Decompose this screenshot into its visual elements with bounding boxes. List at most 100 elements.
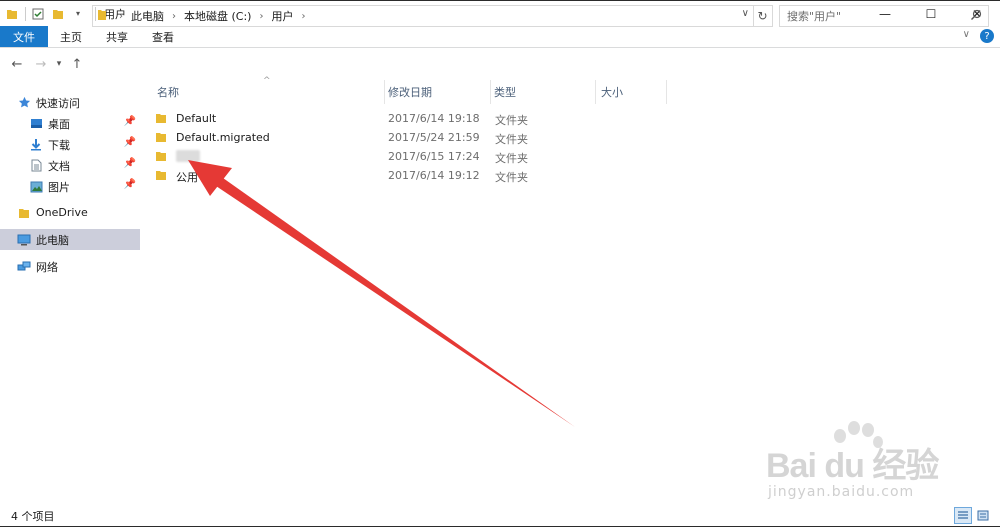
expand-ribbon-icon[interactable]: ∨ bbox=[963, 29, 970, 43]
refresh-button[interactable]: ↻ bbox=[753, 5, 773, 27]
sidebar-item-label: 桌面 bbox=[48, 117, 70, 131]
toolbar-divider bbox=[25, 6, 26, 21]
column-header-modified[interactable]: 修改日期 bbox=[388, 84, 432, 104]
file-name: 公用 bbox=[176, 171, 198, 184]
breadcrumb-users[interactable]: 用户 bbox=[271, 8, 293, 24]
column-header-type[interactable]: 类型 bbox=[494, 84, 516, 104]
file-type: 文件夹 bbox=[495, 114, 528, 127]
baidu-jingyan-watermark: Bai du 经验 jingyan.baidu.com bbox=[760, 420, 960, 510]
sort-ascending-icon: ^ bbox=[263, 76, 271, 86]
pictures-icon bbox=[28, 180, 44, 194]
chevron-right-icon[interactable]: › bbox=[119, 11, 123, 22]
back-button[interactable]: ← bbox=[8, 54, 26, 74]
help-icon[interactable]: ? bbox=[980, 29, 994, 43]
sidebar-item-desktop[interactable]: 桌面 📌 bbox=[0, 113, 140, 134]
table-row[interactable]: 2017/6/15 17:24 文件夹 bbox=[155, 147, 665, 166]
desktop-icon bbox=[28, 117, 44, 131]
item-count: 4 个项目 bbox=[11, 509, 55, 523]
file-type: 文件夹 bbox=[495, 133, 528, 146]
pin-icon[interactable]: 📌 bbox=[124, 137, 136, 148]
address-bar[interactable]: › 此电脑 › 本地磁盘 (C:) › 用户 › ∨ bbox=[92, 5, 754, 27]
sidebar-item-label: 图片 bbox=[48, 180, 70, 194]
file-modified: 2017/6/14 19:12 bbox=[388, 169, 480, 182]
search-placeholder: 搜索"用户" bbox=[787, 10, 842, 23]
table-row[interactable]: Default 2017/6/14 19:18 文件夹 bbox=[155, 109, 665, 128]
search-input[interactable]: 搜索"用户" bbox=[779, 5, 989, 27]
view-switcher bbox=[954, 507, 992, 524]
sidebar-item-this-pc[interactable]: 此电脑 bbox=[0, 229, 140, 250]
tab-home[interactable]: 主页 bbox=[48, 26, 94, 47]
column-header-name[interactable]: 名称 bbox=[157, 84, 179, 104]
chevron-down-icon[interactable]: ∨ bbox=[742, 8, 749, 19]
search-icon[interactable] bbox=[970, 9, 982, 24]
pin-icon[interactable]: 📌 bbox=[124, 158, 136, 169]
tab-share[interactable]: 共享 bbox=[94, 26, 140, 47]
download-icon bbox=[28, 138, 44, 152]
tab-view[interactable]: 查看 bbox=[140, 26, 186, 47]
breadcrumb-this-pc[interactable]: 此电脑 bbox=[131, 8, 164, 24]
table-row[interactable]: 公用 2017/6/14 19:12 文件夹 bbox=[155, 166, 665, 185]
file-modified: 2017/5/24 21:59 bbox=[388, 131, 480, 144]
pin-icon[interactable]: 📌 bbox=[124, 179, 136, 190]
file-name-redacted bbox=[176, 150, 200, 165]
forward-button[interactable]: → bbox=[32, 54, 50, 74]
computer-icon bbox=[16, 233, 32, 247]
chevron-right-icon[interactable]: › bbox=[259, 11, 263, 22]
sidebar-item-label: 文档 bbox=[48, 159, 70, 173]
sidebar-item-label: 快速访问 bbox=[36, 96, 80, 110]
chevron-right-icon[interactable]: › bbox=[172, 11, 176, 22]
sidebar-item-documents[interactable]: 文档 📌 bbox=[0, 155, 140, 176]
sidebar-item-onedrive[interactable]: OneDrive bbox=[0, 202, 140, 223]
ribbon-right-controls: ∨ ? bbox=[963, 29, 994, 43]
up-button[interactable]: ↑ bbox=[68, 54, 86, 74]
quick-access-toolbar: ▾ bbox=[0, 1, 91, 27]
file-type: 文件夹 bbox=[495, 152, 528, 165]
ribbon-tabs: 文件 主页 共享 查看 ∨ ? bbox=[0, 26, 1000, 48]
onedrive-icon bbox=[16, 206, 32, 220]
sidebar-item-label: 此电脑 bbox=[36, 233, 69, 247]
file-modified: 2017/6/15 17:24 bbox=[388, 150, 480, 163]
sidebar-item-downloads[interactable]: 下载 📌 bbox=[0, 134, 140, 155]
column-header-size[interactable]: 大小 bbox=[601, 84, 623, 104]
customize-dropdown-icon[interactable]: ▾ bbox=[71, 7, 85, 21]
chevron-right-icon[interactable]: › bbox=[301, 11, 305, 22]
properties-icon[interactable] bbox=[31, 7, 45, 21]
redaction-blur bbox=[176, 150, 200, 162]
column-divider[interactable] bbox=[666, 80, 667, 104]
watermark-site: jingyan.baidu.com bbox=[768, 484, 915, 500]
recent-locations-icon[interactable]: ▾ bbox=[50, 54, 68, 74]
table-row[interactable]: Default.migrated 2017/5/24 21:59 文件夹 bbox=[155, 128, 665, 147]
folder-icon bbox=[155, 131, 167, 146]
navigation-bar: ← → ▾ ↑ bbox=[0, 48, 1000, 80]
column-divider[interactable] bbox=[595, 80, 596, 104]
details-view-icon[interactable] bbox=[954, 507, 972, 524]
breadcrumb-local-disk[interactable]: 本地磁盘 (C:) bbox=[184, 8, 251, 24]
folder-icon bbox=[155, 150, 167, 165]
sidebar-item-network[interactable]: 网络 bbox=[0, 256, 140, 277]
status-bar: 4 个项目 bbox=[0, 505, 1000, 527]
large-icons-view-icon[interactable] bbox=[974, 507, 992, 524]
file-modified: 2017/6/14 19:18 bbox=[388, 112, 480, 125]
file-type: 文件夹 bbox=[495, 171, 528, 184]
file-name: Default.migrated bbox=[176, 131, 270, 144]
file-name: Default bbox=[176, 112, 217, 125]
document-icon bbox=[28, 159, 44, 173]
sidebar-item-label: OneDrive bbox=[36, 206, 88, 219]
column-divider[interactable] bbox=[384, 80, 385, 104]
pin-icon[interactable]: 📌 bbox=[124, 116, 136, 127]
navigation-pane: 快速访问 桌面 📌 下载 📌 文档 📌 图片 📌 OneDrive 此电脑 网络 bbox=[0, 80, 140, 505]
star-icon bbox=[16, 96, 32, 110]
watermark-logo-text: Bai du 经验 bbox=[766, 447, 939, 485]
column-divider[interactable] bbox=[490, 80, 491, 104]
sidebar-item-label: 网络 bbox=[36, 260, 58, 274]
new-folder-icon[interactable] bbox=[51, 7, 65, 21]
sidebar-item-label: 下载 bbox=[48, 138, 70, 152]
folder-icon bbox=[97, 9, 107, 24]
tab-file[interactable]: 文件 bbox=[0, 26, 48, 47]
network-icon bbox=[16, 260, 32, 274]
folder-icon bbox=[155, 169, 167, 184]
sidebar-item-quick-access[interactable]: 快速访问 bbox=[0, 92, 140, 113]
sidebar-item-pictures[interactable]: 图片 📌 bbox=[0, 176, 140, 197]
folder-icon bbox=[5, 7, 19, 21]
folder-icon bbox=[155, 112, 167, 127]
